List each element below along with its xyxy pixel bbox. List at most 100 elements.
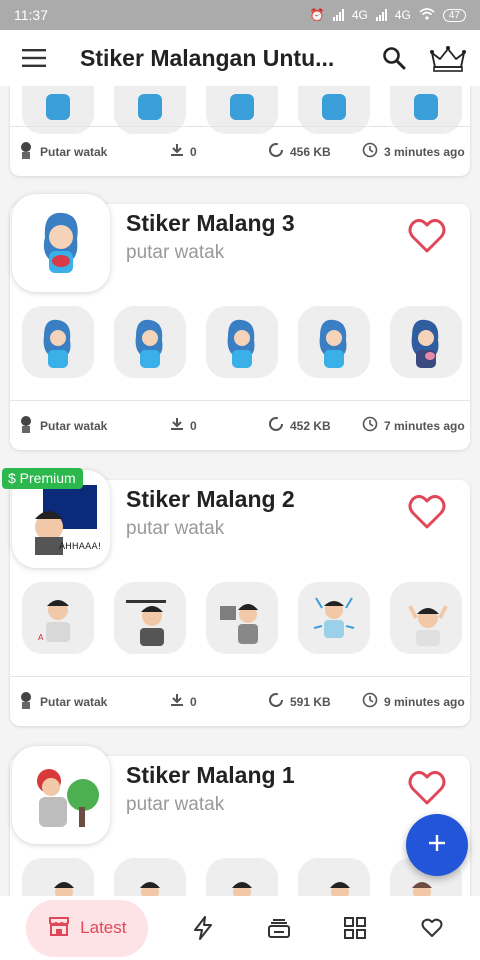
- sticker-preview[interactable]: [390, 306, 462, 378]
- author-avatar-icon: [18, 415, 34, 436]
- pack-time-meta: 7 minutes ago: [362, 416, 465, 435]
- pack-name: Stiker Malang 3: [126, 210, 295, 236]
- premium-badge: $ Premium: [2, 468, 83, 489]
- svg-text:A: A: [38, 633, 44, 642]
- meta-author: Putar watak: [40, 418, 108, 433]
- network-label-2: 4G: [394, 8, 411, 22]
- sticker-preview[interactable]: [390, 582, 462, 654]
- grid-icon[interactable]: [333, 906, 377, 950]
- battery-indicator: 47: [442, 8, 466, 22]
- download-icon: [170, 693, 184, 710]
- sticker-preview[interactable]: A: [22, 582, 94, 654]
- heart-icon[interactable]: [410, 906, 454, 950]
- clock-icon: [362, 142, 378, 161]
- sticker-pack-card[interactable]: AHHAAA!! Stiker Malang 2 putar watak A P…: [10, 470, 470, 726]
- clock-icon: [362, 416, 378, 435]
- favorite-heart-icon[interactable]: [408, 494, 446, 532]
- sticker-pack-card[interactable]: Putar watak 0 456 KB 3 minutes ago: [10, 86, 470, 176]
- sticker-preview[interactable]: [298, 582, 370, 654]
- pack-size-meta: 591 KB: [268, 692, 331, 711]
- wifi-icon: [419, 7, 435, 23]
- meta-author: Putar watak: [40, 694, 108, 709]
- sticker-preview[interactable]: [114, 858, 186, 896]
- flash-icon[interactable]: [181, 906, 225, 950]
- sticker-preview[interactable]: [114, 306, 186, 378]
- size-icon: [268, 692, 284, 711]
- pack-thumbnail[interactable]: [12, 194, 110, 292]
- pack-meta-row: Putar watak 0 591 KB 9 minutes ago: [10, 676, 470, 726]
- meta-size: 456 KB: [290, 144, 331, 159]
- store-icon: [48, 916, 70, 941]
- pack-author: putar watak: [126, 242, 225, 263]
- pack-author: putar watak: [126, 794, 225, 815]
- pack-meta-row: Putar watak 0 452 KB 7 minutes ago: [10, 400, 470, 450]
- download-icon: [170, 417, 184, 434]
- crown-icon[interactable]: [426, 36, 470, 80]
- meta-size: 591 KB: [290, 694, 331, 709]
- alarm-icon: ⏰: [309, 8, 325, 22]
- page-title: Stiker Malangan Untu...: [80, 44, 335, 71]
- pack-size-meta: 456 KB: [268, 142, 331, 161]
- signal-icon-2: [375, 9, 387, 21]
- pack-downloads-meta: 0: [170, 417, 197, 434]
- sticker-preview-strip: [22, 306, 462, 380]
- meta-downloads: 0: [190, 144, 197, 159]
- meta-downloads: 0: [190, 694, 197, 709]
- plus-icon: [427, 833, 447, 858]
- pack-downloads-meta: 0: [170, 693, 197, 710]
- meta-time: 3 minutes ago: [384, 144, 465, 159]
- pack-name: Stiker Malang 2: [126, 486, 295, 512]
- status-bar: 11:37 ⏰ 4G 4G 47: [0, 0, 480, 30]
- app-bar: Stiker Malangan Untu...: [0, 30, 480, 86]
- sticker-preview[interactable]: [206, 582, 278, 654]
- meta-time: 7 minutes ago: [384, 418, 465, 433]
- download-icon: [170, 143, 184, 160]
- sticker-preview[interactable]: [206, 306, 278, 378]
- meta-size: 452 KB: [290, 418, 331, 433]
- pack-author: putar watak: [126, 518, 225, 539]
- size-icon: [268, 142, 284, 161]
- author-avatar-icon: [18, 141, 34, 162]
- signal-icon: [332, 9, 344, 21]
- sticker-preview-strip: [22, 858, 462, 896]
- nav-latest-tab[interactable]: Latest: [26, 899, 149, 957]
- bottom-navigation: Latest: [0, 896, 480, 960]
- pack-size-meta: 452 KB: [268, 416, 331, 435]
- search-icon[interactable]: [372, 36, 416, 80]
- sticker-preview[interactable]: [114, 582, 186, 654]
- sticker-pack-card[interactable]: Stiker Malang 1 putar watak: [10, 746, 470, 896]
- sticker-preview[interactable]: [22, 858, 94, 896]
- sticker-preview[interactable]: [298, 858, 370, 896]
- status-time: 11:37: [14, 7, 48, 23]
- clock-icon: [362, 692, 378, 711]
- sticker-preview[interactable]: [298, 306, 370, 378]
- pack-meta-row: Putar watak 0 456 KB 3 minutes ago: [10, 126, 470, 176]
- pack-thumbnail[interactable]: [12, 746, 110, 844]
- pack-author-meta: Putar watak: [18, 141, 107, 162]
- pack-downloads-meta: 0: [170, 143, 197, 160]
- meta-author: Putar watak: [40, 144, 108, 159]
- sticker-pack-list[interactable]: Putar watak 0 456 KB 3 minutes ago Stike…: [0, 86, 480, 896]
- stack-icon[interactable]: [257, 906, 301, 950]
- sticker-preview[interactable]: [206, 858, 278, 896]
- sticker-preview-strip: A: [22, 582, 462, 656]
- sticker-pack-card[interactable]: Stiker Malang 3 putar watak Putar watak …: [10, 194, 470, 450]
- pack-time-meta: 3 minutes ago: [362, 142, 465, 161]
- meta-time: 9 minutes ago: [384, 694, 465, 709]
- author-avatar-icon: [18, 691, 34, 712]
- size-icon: [268, 416, 284, 435]
- favorite-heart-icon[interactable]: [408, 770, 446, 808]
- sticker-preview[interactable]: [22, 306, 94, 378]
- pack-time-meta: 9 minutes ago: [362, 692, 465, 711]
- add-pack-button[interactable]: [406, 814, 468, 876]
- network-label-1: 4G: [351, 8, 368, 22]
- menu-icon[interactable]: [14, 38, 54, 78]
- pack-author-meta: Putar watak: [18, 691, 107, 712]
- status-icons: ⏰ 4G 4G 47: [309, 7, 466, 23]
- pack-author-meta: Putar watak: [18, 415, 107, 436]
- meta-downloads: 0: [190, 418, 197, 433]
- pack-name: Stiker Malang 1: [126, 762, 295, 788]
- favorite-heart-icon[interactable]: [408, 218, 446, 256]
- svg-text:AHHAAA!!: AHHAAA!!: [59, 542, 101, 552]
- nav-latest-label: Latest: [80, 918, 127, 937]
